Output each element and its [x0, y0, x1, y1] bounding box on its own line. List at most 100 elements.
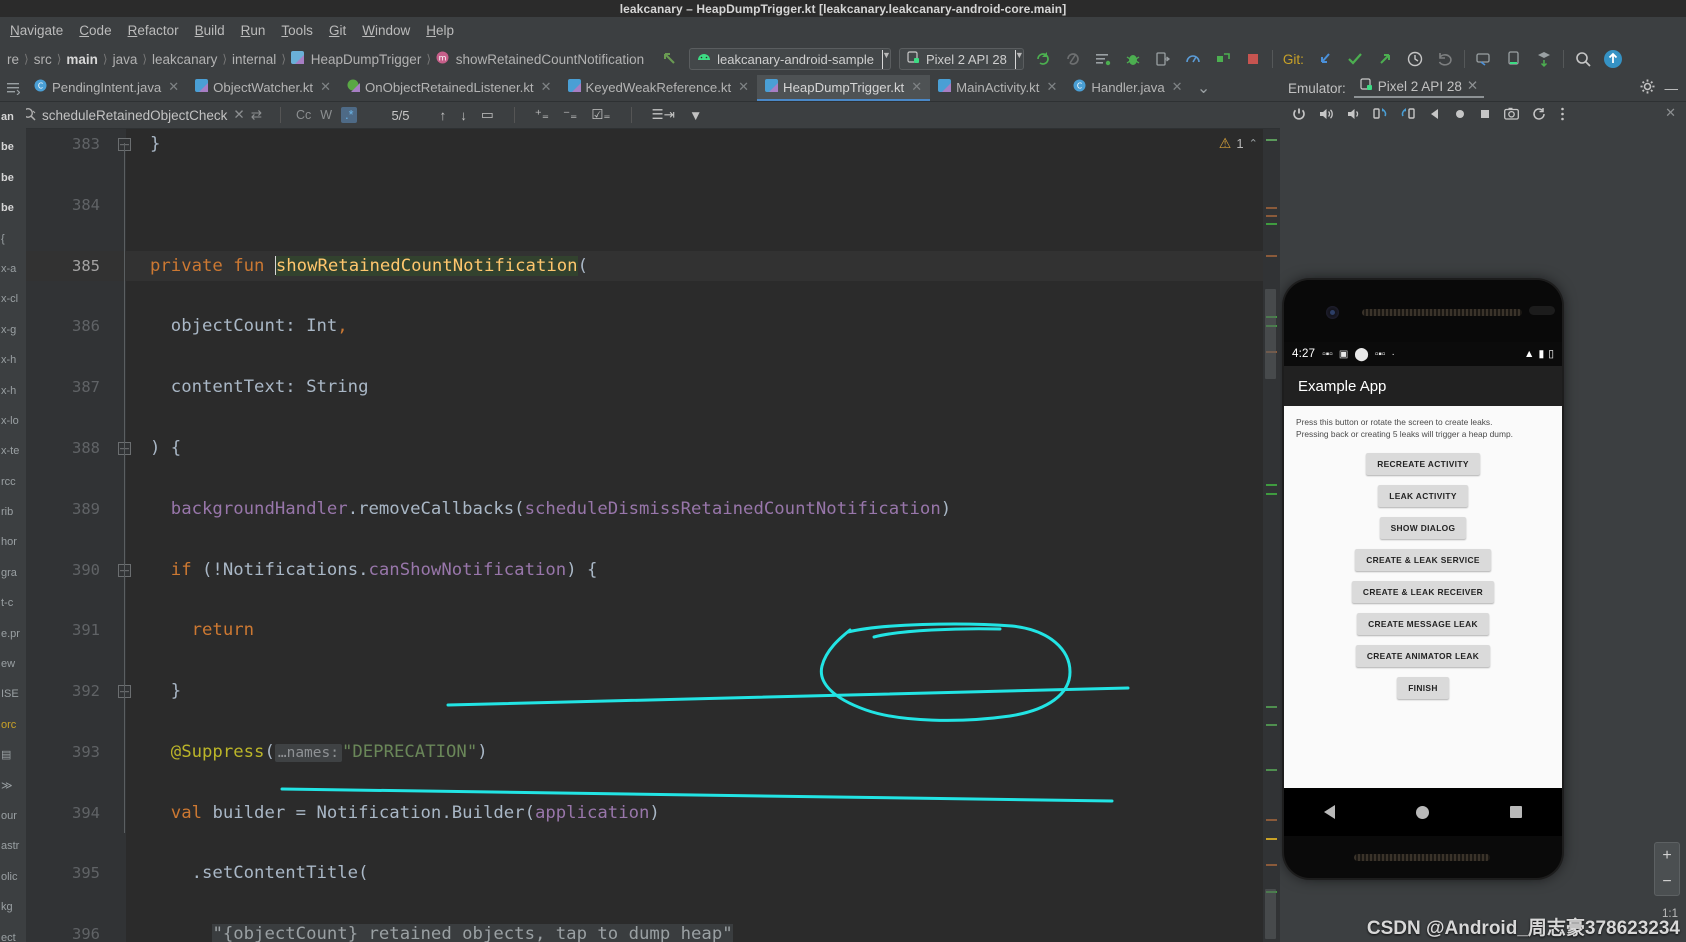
whole-words-toggle[interactable]: W	[320, 108, 332, 122]
avd-manager-icon[interactable]	[1473, 48, 1495, 70]
history-dropdown-icon[interactable]: ⇄	[251, 107, 262, 123]
more-icon[interactable]	[1560, 107, 1565, 124]
tab-mainactivity-kt[interactable]: MainActivity.kt ✕	[930, 75, 1065, 101]
marker-green[interactable]	[1266, 769, 1277, 771]
marker-orange[interactable]	[1266, 207, 1277, 209]
menu-item-navigate[interactable]: Navigate	[2, 20, 71, 41]
back-arrow-icon[interactable]	[659, 48, 681, 70]
close-icon[interactable]: ✕	[168, 79, 179, 95]
device-manager-icon[interactable]	[1503, 48, 1525, 70]
find-next-icon[interactable]: ↓	[460, 108, 467, 123]
breadcrumb-item-java[interactable]: java	[108, 52, 143, 67]
marker-orange[interactable]	[1266, 255, 1277, 257]
marker-green[interactable]	[1266, 139, 1277, 141]
scrollbar-thumb[interactable]	[1265, 289, 1276, 379]
close-icon[interactable]: ✕	[1467, 78, 1478, 94]
code-line[interactable]: 396 "{objectCount} retained objects, tap…	[26, 919, 1280, 942]
project-strip-item[interactable]: kg	[0, 892, 26, 922]
close-icon[interactable]: ✕	[320, 79, 331, 95]
tab-objectwatcher-kt[interactable]: ObjectWatcher.kt ✕	[187, 75, 339, 101]
code-line[interactable]: 393 @Suppress(…names: "DEPRECATION")	[26, 737, 1280, 767]
close-icon[interactable]: ✕	[1046, 79, 1057, 95]
project-strip-item[interactable]: orc	[0, 710, 26, 740]
chevron-up-icon[interactable]: ⌃	[1249, 137, 1258, 150]
project-strip-item[interactable]: x-cl	[0, 284, 26, 314]
code-line[interactable]: 383 — }	[26, 129, 1280, 159]
code-line[interactable]: 389 backgroundHandler.removeCallbacks(sc…	[26, 494, 1280, 524]
breadcrumb-item-method[interactable]: m showRetainedCountNotification	[431, 51, 649, 67]
project-strip-item[interactable]: gra	[0, 558, 26, 588]
breadcrumb-item-class[interactable]: HeapDumpTrigger	[286, 51, 426, 67]
code-editor[interactable]: 383 — } 384 385 private fun showRetained…	[26, 129, 1280, 942]
find-previous-icon[interactable]: ↑	[440, 108, 447, 123]
code-line[interactable]: 384	[26, 190, 1280, 220]
breadcrumb-item-src[interactable]: src	[29, 52, 57, 67]
menu-item-git[interactable]: Git	[321, 20, 354, 41]
tab-keyedweakreference-kt[interactable]: KeyedWeakReference.kt ✕	[560, 75, 758, 101]
nav-home-icon[interactable]	[1415, 805, 1429, 819]
project-strip-item[interactable]: x-g	[0, 315, 26, 345]
screenshot-icon[interactable]	[1504, 107, 1519, 123]
tab-handler-java[interactable]: C Handler.java ✕	[1065, 75, 1190, 101]
emulated-phone[interactable]: 4:27 ▫▪▫ ▣ ⬤ ▫▪▫ · ▲ ▮ ▯ Example App Pre…	[1284, 280, 1562, 878]
account-icon[interactable]	[1602, 48, 1624, 70]
analysis-marker-bar[interactable]	[1263, 129, 1280, 942]
project-strip-item[interactable]: be	[0, 132, 26, 162]
project-strip-item[interactable]: ≫	[0, 771, 26, 801]
zoom-in-button[interactable]: +	[1655, 843, 1679, 869]
menu-item-help[interactable]: Help	[418, 20, 462, 41]
device-selector[interactable]: Pixel 2 API 28 ▼	[898, 48, 1024, 70]
project-strip-item[interactable]: t-c	[0, 588, 26, 618]
home-icon[interactable]	[1454, 108, 1466, 123]
emulator-panel-close-icon[interactable]: ✕	[1665, 105, 1676, 121]
git-update-icon[interactable]	[1314, 48, 1336, 70]
code-line[interactable]: 387 contentText: String	[26, 372, 1280, 402]
marker-green[interactable]	[1266, 493, 1277, 495]
code-line[interactable]: 390 — if (!Notifications.canShowNotifica…	[26, 555, 1280, 585]
regex-toggle[interactable]: .*	[341, 107, 358, 123]
code-line[interactable]: 394 val builder = Notification.Builder(a…	[26, 798, 1280, 828]
clear-icon[interactable]: ✕	[233, 107, 244, 123]
marker-orange[interactable]	[1266, 819, 1277, 821]
project-strip-item[interactable]: hor	[0, 527, 26, 557]
menu-item-refactor[interactable]: Refactor	[120, 20, 187, 41]
apply-changes-icon[interactable]	[1092, 48, 1114, 70]
add-selection-icon[interactable]: ⁺₌	[535, 107, 549, 123]
scrollbar-thumb[interactable]	[1265, 889, 1276, 939]
breadcrumb-truncated[interactable]: re	[2, 52, 24, 67]
breadcrumb-item-internal[interactable]: internal	[227, 52, 281, 67]
find-input-group[interactable]: scheduleRetainedObjectCheck ✕ ⇄	[0, 107, 262, 124]
project-strip-item[interactable]: ect	[0, 923, 26, 942]
marker-green[interactable]	[1266, 724, 1277, 726]
power-icon[interactable]	[1292, 107, 1306, 124]
nav-back-icon[interactable]	[1324, 805, 1336, 819]
emulator-device-tab[interactable]: Pixel 2 API 28 ✕	[1353, 78, 1485, 98]
breadcrumb-item-leakcanary[interactable]: leakcanary	[147, 52, 222, 67]
menu-item-tools[interactable]: Tools	[273, 20, 321, 41]
app-button-create-message-leak[interactable]: CREATE MESSAGE LEAK	[1357, 613, 1489, 635]
search-everywhere-icon[interactable]	[1572, 48, 1594, 70]
run-disabled-icon[interactable]	[1062, 48, 1084, 70]
marker-orange[interactable]	[1266, 215, 1277, 217]
git-commit-icon[interactable]	[1344, 48, 1366, 70]
gear-icon[interactable]	[1640, 79, 1655, 97]
project-strip-item[interactable]: x-h	[0, 345, 26, 375]
app-button-leak-activity[interactable]: LEAK ACTIVITY	[1378, 485, 1468, 507]
rotate-right-icon[interactable]	[1401, 107, 1416, 124]
select-all-icon[interactable]: ▭	[481, 107, 494, 123]
tab-overflow-icon[interactable]: ⌄	[1191, 75, 1217, 101]
app-button-create-leak-receiver[interactable]: CREATE & LEAK RECEIVER	[1351, 581, 1495, 603]
project-strip-item[interactable]: x-te	[0, 436, 26, 466]
project-strip-item[interactable]: our	[0, 801, 26, 831]
editor-code-area[interactable]: 383 — } 384 385 private fun showRetained…	[26, 129, 1280, 942]
snapshot-icon[interactable]	[1532, 107, 1547, 124]
filter-icon[interactable]: ▼	[689, 108, 702, 123]
project-strip-item[interactable]: x-h	[0, 376, 26, 406]
marker-orange[interactable]	[1266, 864, 1277, 866]
marker-yellow[interactable]	[1266, 838, 1277, 840]
rotate-left-icon[interactable]	[1373, 107, 1388, 124]
project-tool-window-strip[interactable]: an be be be { x-a x-cl x-g x-h x-h x-lo …	[0, 102, 26, 942]
project-strip-item[interactable]: rcc	[0, 467, 26, 497]
project-strip-item[interactable]: rib	[0, 497, 26, 527]
tab-pendingintent-java[interactable]: C PendingIntent.java ✕	[26, 75, 187, 101]
